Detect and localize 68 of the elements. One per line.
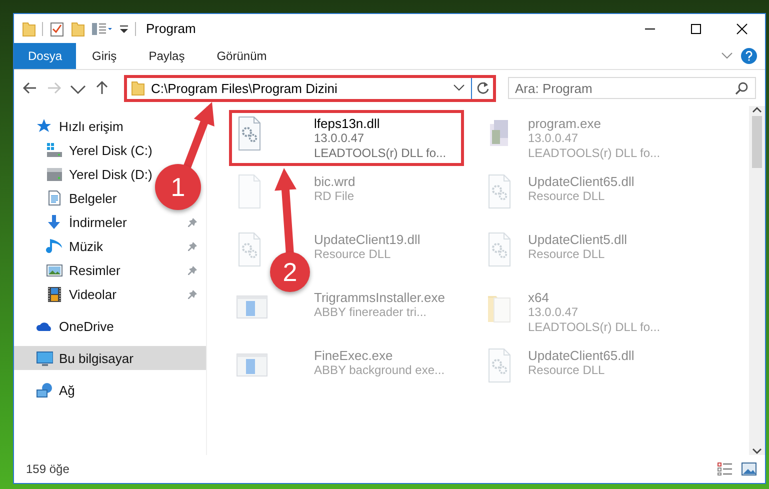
sidebar-item[interactable]: Ağ [14, 378, 81, 402]
ribbon-tab[interactable]: Görünüm [200, 43, 283, 69]
up-icon [94, 80, 110, 96]
sidebar-item[interactable]: Müzik [14, 234, 109, 258]
close-icon [736, 22, 748, 34]
picture-icon [46, 262, 63, 278]
pin-icon[interactable] [187, 289, 198, 300]
download-arrow-icon [46, 214, 63, 230]
scrollbar[interactable] [749, 106, 765, 455]
help-icon[interactable] [741, 48, 757, 64]
pin-icon[interactable] [187, 217, 198, 228]
drive-icon [46, 166, 63, 182]
expand-ribbon-icon[interactable] [721, 51, 733, 61]
drive-icon [46, 142, 63, 158]
details-view-icon[interactable] [717, 462, 733, 476]
view-options-icon[interactable] [91, 20, 113, 36]
file-detail: LEADTOOLS(r) DLL fo... [528, 320, 660, 335]
search-field[interactable]: Ara: Program [508, 77, 756, 99]
window-title: Program [146, 21, 196, 36]
star-icon [36, 118, 53, 134]
ribbon-tab[interactable]: Dosya [14, 43, 76, 69]
music-note-icon [46, 238, 63, 254]
pin-icon[interactable] [187, 265, 198, 276]
file-detail: RD File [314, 189, 356, 204]
scrollbar-thumb[interactable] [752, 116, 762, 168]
film-strip-icon [46, 286, 63, 302]
address-field[interactable]: C:\Program Files\Program Dizini [151, 80, 447, 96]
monitor-icon [36, 350, 53, 366]
folder-icon [22, 20, 36, 36]
sidebar-item[interactable]: Resimler [14, 258, 126, 282]
sidebar-item[interactable]: Yerel Disk (C:) [14, 138, 158, 162]
forward-icon [46, 80, 62, 96]
document-icon [46, 190, 63, 206]
sidebar-item[interactable]: Belgeler [14, 186, 123, 210]
file-detail: ABBY finereader tri... [314, 305, 428, 320]
pin-icon[interactable] [187, 241, 198, 252]
sidebar-item[interactable]: Hızlı erişim [14, 114, 130, 138]
ribbon-tab[interactable]: Giriş [76, 43, 133, 69]
file-detail: Resource DLL [314, 247, 392, 262]
search-icon [735, 81, 749, 95]
large-icons-view-icon[interactable] [741, 462, 757, 476]
file-detail: Resource DLL [528, 189, 606, 204]
file-detail: Resource DLL [528, 247, 606, 262]
sidebar-item[interactable]: OneDrive [14, 314, 120, 338]
sidebar-item[interactable]: Videolar [14, 282, 122, 306]
file-detail: LEADTOOLS(r) DLL fo... [528, 146, 660, 161]
refresh-icon [476, 81, 490, 95]
network-icon [36, 382, 53, 398]
ribbon-tab[interactable]: Paylaş [132, 43, 201, 69]
file-detail: LEADTOOLS(r) DLL fo... [314, 146, 446, 161]
file-name[interactable]: lfeps13n.dll [314, 116, 446, 131]
file-detail: 13.0.0.47 [528, 305, 580, 320]
scroll-up-icon[interactable] [752, 106, 762, 114]
file-detail: ABBY background exe... [314, 363, 445, 378]
item-count: 159 öğe [26, 462, 70, 476]
back-icon [22, 80, 38, 96]
address-bar[interactable]: C:\Program Files\Program Dizini [124, 74, 496, 102]
maximize-icon [690, 22, 702, 34]
sidebar-item[interactable]: İndirmeler [14, 210, 133, 234]
folder-icon [131, 80, 145, 96]
file-detail: 13.0.0.47 [314, 131, 366, 146]
scroll-down-icon[interactable] [752, 447, 762, 455]
file-detail: Resource DLL [528, 363, 606, 378]
file-detail: 13.0.0.47 [528, 131, 580, 146]
dropdown-caret-icon[interactable] [453, 83, 465, 93]
question-mark-icon [745, 51, 753, 61]
properties-icon[interactable] [49, 20, 65, 36]
sidebar-item[interactable]: Bu bilgisayar [14, 346, 206, 370]
